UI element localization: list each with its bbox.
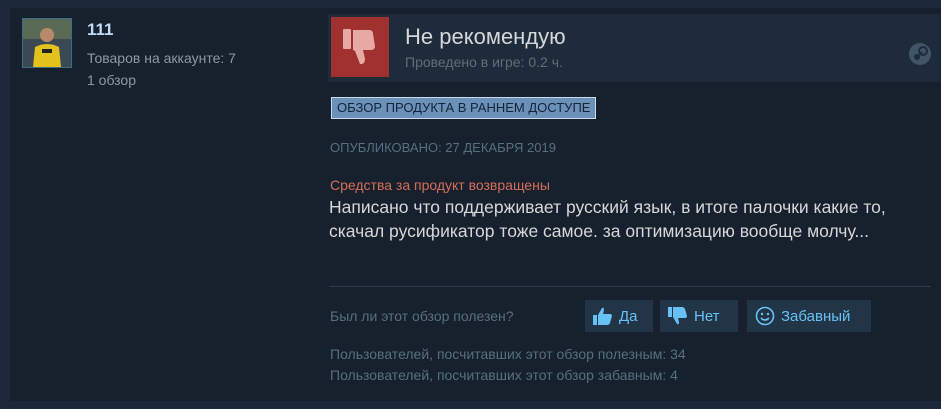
review-verdict: Не рекомендую <box>405 24 566 49</box>
divider <box>329 286 931 287</box>
thumb-up-icon <box>593 307 612 325</box>
posted-date: ОПУБЛИКОВАНО: 27 ДЕКАБРЯ 2019 <box>330 140 556 155</box>
author-name[interactable]: 111 <box>87 20 114 40</box>
vote-no-label: Нет <box>694 307 720 325</box>
thumb-down-icon <box>668 307 687 325</box>
author-review-count[interactable]: 1 обзор <box>87 72 136 88</box>
author-products-count[interactable]: Товаров на аккаунте: 7 <box>87 50 236 66</box>
thumb-down-icon <box>331 17 389 77</box>
steam-logo-icon <box>908 42 932 71</box>
review-body: Написано что поддерживает русский язык, … <box>329 197 886 241</box>
funny-count: Пользователей, посчитавших этот обзор за… <box>330 367 678 383</box>
vote-yes-button[interactable]: Да <box>585 300 653 332</box>
refund-notice: Средства за продукт возвращены <box>330 177 550 193</box>
review-vote-header[interactable]: Не рекомендую Проведено в игре: 0.2 ч. <box>328 14 940 82</box>
avatar[interactable] <box>22 18 72 68</box>
vote-no-button[interactable]: Нет <box>660 300 738 332</box>
playtime-text: Проведено в игре: 0.2 ч. <box>405 54 563 70</box>
early-access-badge: ОБЗОР ПРОДУКТА В РАННЕМ ДОСТУПЕ <box>331 97 597 119</box>
vote-yes-label: Да <box>619 307 638 325</box>
helpful-count: Пользователей, посчитавших этот обзор по… <box>330 346 686 362</box>
smiley-icon <box>755 306 775 326</box>
review-card: 111 Товаров на аккаунте: 7 1 обзор Не ре… <box>10 8 941 401</box>
vote-funny-button[interactable]: Забавный <box>747 300 871 332</box>
vote-funny-label: Забавный <box>781 307 851 325</box>
helpful-question: Был ли этот обзор полезен? <box>330 308 514 324</box>
